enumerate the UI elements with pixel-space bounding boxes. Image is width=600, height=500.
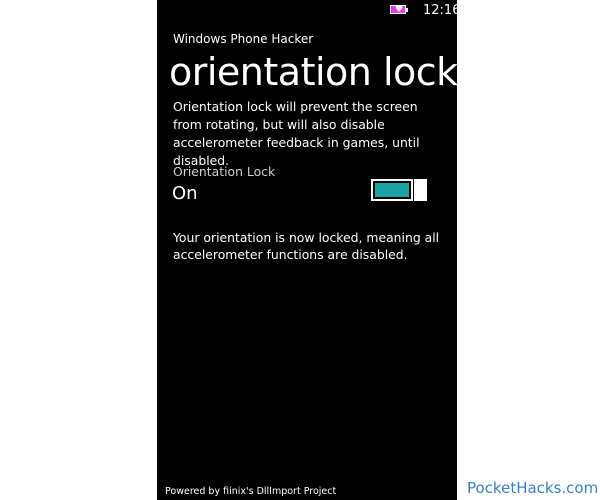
watermark: PocketHacks.com (467, 479, 599, 497)
orientation-lock-toggle[interactable] (371, 179, 428, 201)
clock: 12:16 (423, 3, 457, 18)
toggle-track (371, 179, 413, 201)
page-title: orientation lock (169, 50, 457, 94)
toggle-thumb[interactable] (414, 179, 427, 201)
toggle-value[interactable]: On (172, 183, 198, 204)
toggle-label: Orientation Lock (173, 164, 276, 179)
toggle-fill (375, 183, 409, 197)
phone-screen: ♥ 12:16 Windows Phone Hacker orientation… (157, 0, 457, 500)
status-message: Your orientation is now locked, meaning … (173, 230, 440, 262)
footer-credit: Powered by fiinix's DllImport Project (165, 486, 337, 497)
description-text: Orientation lock will prevent the screen… (173, 99, 420, 168)
battery-icon: ♥ (390, 5, 408, 15)
heart-icon: ♥ (395, 5, 404, 15)
app-title: Windows Phone Hacker (173, 32, 314, 46)
status-bar: ♥ 12:16 (157, 0, 457, 22)
screenshot-stage: ♥ 12:16 Windows Phone Hacker orientation… (0, 0, 600, 500)
